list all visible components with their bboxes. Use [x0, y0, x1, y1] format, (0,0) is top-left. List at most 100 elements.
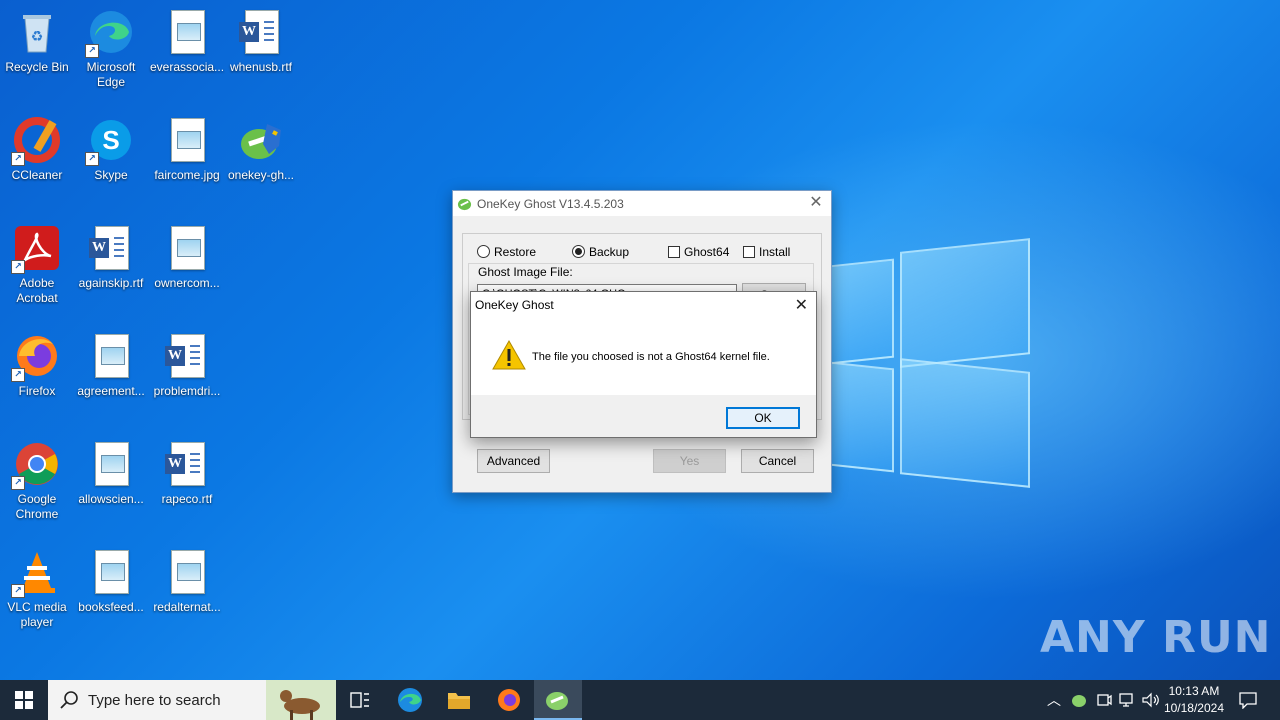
- restore-label: Restore: [494, 245, 537, 259]
- yes-button[interactable]: Yes: [653, 449, 726, 473]
- desktop-icon-skype[interactable]: S ↗ Skype: [74, 116, 148, 183]
- close-icon[interactable]: ✕: [807, 194, 825, 212]
- anyrun-watermark: ANY RUN: [1040, 612, 1272, 663]
- cancel-button[interactable]: Cancel: [741, 449, 814, 473]
- title-bar[interactable]: OneKey Ghost V13.4.5.203 ✕: [453, 191, 831, 216]
- taskbar-onekey-ghost[interactable]: [534, 680, 582, 720]
- word-icon: W: [165, 346, 185, 366]
- icon-label: CCleaner: [11, 168, 63, 182]
- notifications-icon[interactable]: [1239, 691, 1257, 709]
- warning-icon: [492, 339, 526, 370]
- window-title: OneKey Ghost V13.4.5.203: [477, 197, 624, 211]
- message-dialog: OneKey Ghost ✕ The file you choosed is n…: [470, 291, 817, 438]
- icon-label: Microsoft Edge: [86, 60, 136, 89]
- desktop-icon-file[interactable]: agreement...: [74, 332, 148, 399]
- onekey-ghost-icon: [457, 198, 472, 211]
- search-placeholder: Type here to search: [88, 692, 221, 709]
- dialog-message: The file you choosed is not a Ghost64 ke…: [532, 351, 770, 363]
- word-icon: W: [89, 238, 109, 258]
- word-icon: W: [239, 22, 259, 42]
- checkbox-box: [668, 246, 680, 258]
- meet-now-icon[interactable]: [1096, 692, 1112, 708]
- desktop-icon-word-file[interactable]: W problemdri...: [150, 332, 224, 399]
- icon-label: allowscien...: [78, 492, 144, 506]
- icon-label: Firefox: [18, 384, 56, 398]
- svg-text:♻: ♻: [31, 28, 44, 44]
- recycle-bin-icon: ♻: [23, 15, 51, 53]
- icon-label: whenusb.rtf: [229, 60, 293, 74]
- taskbar-firefox[interactable]: [485, 680, 533, 720]
- task-view-icon: [350, 692, 369, 708]
- desktop-icon-acrobat[interactable]: ↗ Adobe Acrobat: [0, 224, 74, 306]
- desktop-icon-file[interactable]: faircome.jpg: [150, 116, 224, 183]
- desktop-icon-ccleaner[interactable]: ↗ CCleaner: [0, 116, 74, 183]
- icon-label: Recycle Bin: [5, 60, 69, 74]
- icon-label: rapeco.rtf: [161, 492, 213, 506]
- task-view-button[interactable]: [336, 680, 384, 720]
- ok-button[interactable]: OK: [726, 407, 800, 429]
- backup-label: Backup: [589, 245, 630, 259]
- desktop-icon-word-file[interactable]: W againskip.rtf: [74, 224, 148, 291]
- desktop-icon-file[interactable]: ownercom...: [150, 224, 224, 291]
- icon-label: agreement...: [77, 384, 145, 398]
- icon-label: againskip.rtf: [78, 276, 144, 290]
- install-checkbox[interactable]: Install: [743, 245, 790, 259]
- taskbar-search-box[interactable]: Type here to search: [48, 680, 336, 720]
- desktop-icon-word-file[interactable]: W whenusb.rtf: [224, 8, 298, 75]
- wallpaper-pane: [830, 361, 894, 473]
- search-highlight-icon: [266, 680, 336, 720]
- taskbar-file-explorer[interactable]: [435, 680, 483, 720]
- chevron-up-icon[interactable]: ︿: [1047, 690, 1061, 710]
- taskbar-edge[interactable]: [386, 680, 434, 720]
- icon-label: onekey-gh...: [227, 168, 295, 182]
- desktop-icon-firefox[interactable]: ↗ Firefox: [0, 332, 74, 399]
- close-icon[interactable]: ✕: [795, 295, 808, 315]
- ghost64-checkbox[interactable]: Ghost64: [668, 245, 729, 259]
- desktop-icon-edge[interactable]: ↗ Microsoft Edge: [74, 8, 148, 90]
- icon-label: Google Chrome: [15, 492, 59, 521]
- svg-text:S: S: [102, 125, 119, 155]
- icon-label: problemdri...: [153, 384, 221, 398]
- icon-label: ownercom...: [154, 276, 220, 290]
- desktop-icon-chrome[interactable]: ↗ Google Chrome: [0, 440, 74, 522]
- install-label: Install: [759, 245, 791, 259]
- onekey-ghost-icon: [241, 124, 281, 159]
- desktop-icon-file[interactable]: everassocia...: [150, 8, 224, 75]
- network-icon[interactable]: [1119, 692, 1135, 708]
- icon-label: Skype: [94, 168, 128, 182]
- desktop-icon-word-file[interactable]: W rapeco.rtf: [150, 440, 224, 507]
- clock-time: 10:13 AM: [1168, 684, 1220, 698]
- taskbar: Type here to search ︿ 10:13 AM 10/18/202…: [0, 680, 1280, 720]
- search-icon: [60, 691, 78, 709]
- windows-logo-icon: [15, 691, 33, 709]
- desktop-icon-file[interactable]: redalternat...: [150, 548, 224, 615]
- advanced-button[interactable]: Advanced: [477, 449, 550, 473]
- icon-label: redalternat...: [153, 600, 221, 614]
- volume-icon[interactable]: [1142, 692, 1160, 708]
- restore-radio[interactable]: Restore: [477, 245, 536, 259]
- word-icon: W: [165, 454, 185, 474]
- desktop-icon-recycle-bin[interactable]: ♻ Recycle Bin: [0, 8, 74, 75]
- start-button[interactable]: [0, 680, 48, 720]
- wallpaper-pane: [830, 258, 894, 365]
- desktop-icon-file[interactable]: allowscien...: [74, 440, 148, 507]
- backup-radio[interactable]: Backup: [572, 245, 629, 259]
- onekey-tray-icon[interactable]: [1071, 692, 1087, 708]
- onekey-ghost-icon: [546, 692, 568, 710]
- desktop-icon-vlc[interactable]: ↗ VLC media player: [0, 548, 74, 630]
- desktop-icon-file[interactable]: booksfeed...: [74, 548, 148, 615]
- radio-circle-selected: [572, 245, 585, 258]
- clock-date: 10/18/2024: [1163, 701, 1224, 715]
- dialog-title: OneKey Ghost: [475, 298, 554, 312]
- checkbox-box: [743, 246, 755, 258]
- desktop-icon-onekey[interactable]: onekey-gh...: [224, 116, 298, 183]
- firefox-icon: [498, 689, 520, 711]
- icon-label: VLC media player: [7, 600, 67, 629]
- icon-label: faircome.jpg: [154, 168, 220, 182]
- icon-label: booksfeed...: [78, 600, 144, 614]
- edge-icon: [398, 688, 422, 712]
- image-file-label: Ghost Image File:: [478, 265, 573, 279]
- ghost64-label: Ghost64: [684, 245, 730, 259]
- icon-label: Adobe Acrobat: [16, 276, 58, 305]
- clock[interactable]: 10:13 AM 10/18/2024: [1164, 683, 1224, 717]
